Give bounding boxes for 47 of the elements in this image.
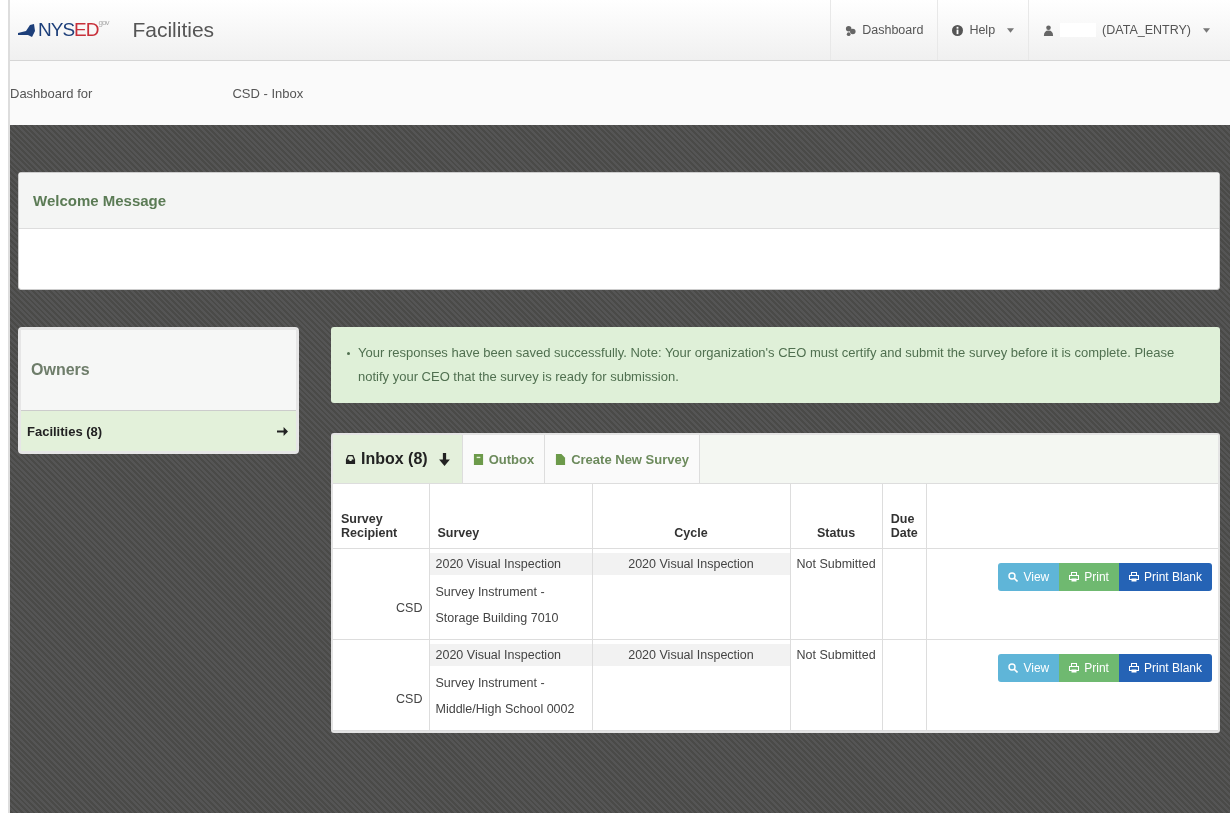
- dashboard-link[interactable]: Dashboard: [830, 0, 938, 60]
- caret-icon: [1203, 27, 1210, 33]
- user-menu[interactable]: (DATA_ENTRY): [1028, 0, 1224, 60]
- tab[interactable]: Create New Survey: [545, 435, 700, 483]
- breadcrumb-text: Dashboard for: [10, 85, 93, 101]
- print-blank-button[interactable]: Print Blank: [1118, 653, 1212, 682]
- table-cell: Not Submitted: [796, 647, 876, 662]
- archive-icon: [472, 453, 484, 465]
- sidebar-item[interactable]: Facilities (8): [21, 411, 296, 451]
- search-icon: [1008, 571, 1019, 582]
- tab[interactable]: Inbox (8): [333, 435, 463, 483]
- info-icon: [952, 24, 964, 36]
- table-cell: 2020 Visual Inspection: [592, 643, 790, 666]
- column-header: Due Date: [882, 484, 927, 548]
- caret-icon: [1007, 27, 1015, 33]
- table-cell: CSD: [396, 600, 423, 615]
- arrow-down-icon: [438, 452, 450, 466]
- table-cell-text: Survey Instrument - Storage Building 7010: [435, 583, 560, 627]
- table-cell: 2020 Visual Inspection: [429, 552, 592, 575]
- panel-title: Welcome Message: [33, 192, 167, 209]
- search-icon: [1008, 662, 1019, 673]
- table-cell: 2020 Visual Inspection: [429, 643, 592, 666]
- printer-icon: [1128, 571, 1139, 582]
- table-cell: Not Submitted: [796, 556, 876, 571]
- inbox-icon: [345, 453, 356, 465]
- alert-message: Your responses have been saved successfully. Note: Your organization's CEO must certify and submit the survey before it is complete. Please notify your CEO that the survey is ready for submission.: [358, 344, 1176, 386]
- table-cell: CSD: [396, 691, 423, 706]
- column-header: Survey: [429, 484, 592, 548]
- tab[interactable]: Outbox: [462, 435, 546, 483]
- arrow-right-icon: [277, 425, 288, 437]
- column-header: Status: [790, 484, 883, 548]
- printer-icon: [1069, 571, 1080, 582]
- dashboard-icon: [845, 24, 857, 36]
- column-header: Cycle: [592, 484, 790, 548]
- printer-icon: [1069, 662, 1080, 673]
- app-title: Facilities: [132, 18, 215, 42]
- table-cell: 2020 Visual Inspection: [592, 552, 790, 575]
- table-cell-text: Survey Instrument - Middle/High School 0002: [435, 674, 576, 718]
- sidebar-title: Owners: [31, 361, 90, 379]
- user-icon: [1043, 24, 1055, 36]
- file-icon: [555, 453, 567, 465]
- print-blank-button[interactable]: Print Blank: [1118, 562, 1212, 591]
- column-header: Survey Recipient: [333, 484, 429, 548]
- bullet-icon: [347, 352, 350, 355]
- printer-icon: [1128, 662, 1139, 673]
- help-menu[interactable]: Help: [937, 0, 1029, 60]
- breadcrumb-text: CSD - Inbox: [232, 85, 304, 101]
